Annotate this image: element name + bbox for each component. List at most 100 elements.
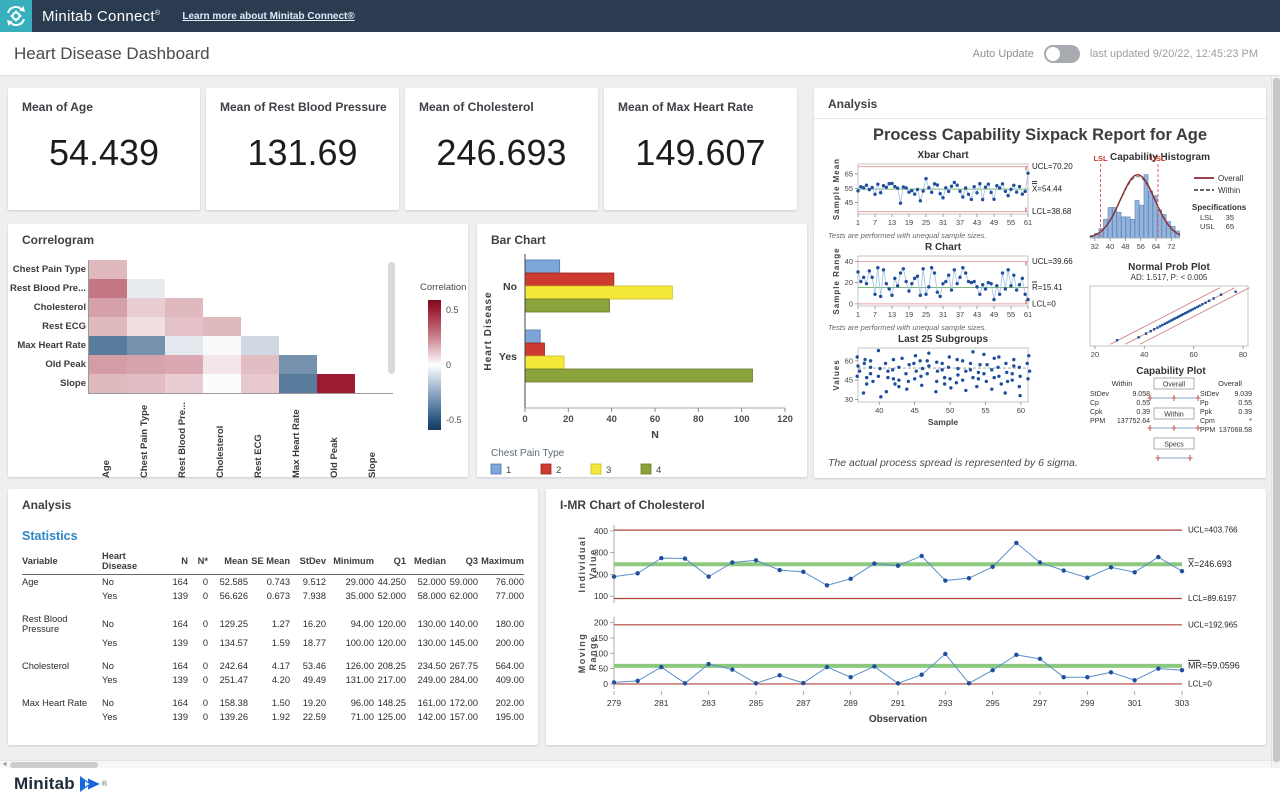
heatmap-cell[interactable]: [165, 355, 203, 374]
svg-text:60: 60: [1190, 350, 1198, 359]
statistics-heading[interactable]: Statistics: [22, 529, 78, 543]
heatmap-cell[interactable]: [89, 336, 127, 355]
heatmap-cell[interactable]: [203, 336, 241, 355]
svg-text:20: 20: [563, 414, 574, 425]
svg-text:Capability Plot: Capability Plot: [1136, 366, 1206, 377]
individual-value-chart: IndividualValue100200300400UCL=403.766X=…: [560, 515, 1252, 611]
svg-text:61: 61: [1024, 310, 1032, 319]
svg-text:Cp: Cp: [1090, 400, 1099, 407]
vertical-scrollbar[interactable]: [1271, 76, 1280, 768]
stats-cell: [22, 636, 102, 650]
minitab-connect-logo-icon[interactable]: [0, 0, 32, 32]
stats-cell: No: [102, 659, 162, 673]
footer-brand-text: Minitab: [14, 774, 75, 794]
heatmap-cell[interactable]: [203, 355, 241, 374]
heatmap-cell[interactable]: [127, 336, 165, 355]
svg-text:9.039: 9.039: [1234, 391, 1252, 398]
kpi-value: 149.607: [604, 132, 797, 174]
heatmap-col-label: Rest Blood Pre...: [177, 400, 188, 478]
svg-text:300: 300: [594, 548, 608, 558]
svg-text:279: 279: [607, 698, 621, 708]
svg-text:40: 40: [606, 414, 617, 425]
stats-cell: 53.46: [290, 659, 326, 673]
heatmap-cell[interactable]: [165, 374, 203, 393]
svg-text:Pp: Pp: [1200, 400, 1209, 407]
legend-title: Correlation: [420, 282, 466, 293]
minitab-footer-logo: Minitab ®: [14, 774, 107, 794]
svg-text:N: N: [651, 429, 659, 441]
stats-cell: 19.20: [290, 696, 326, 710]
learn-more-link[interactable]: Learn more about Minitab Connect®: [182, 11, 354, 22]
stats-cell: 0: [188, 710, 208, 724]
svg-text:3: 3: [606, 465, 611, 476]
heatmap-cell[interactable]: [127, 374, 165, 393]
heatmap-cell[interactable]: [89, 279, 127, 298]
heatmap-cell[interactable]: [165, 336, 203, 355]
stats-cell: 52.585: [208, 575, 248, 590]
stats-cell: 142.00: [406, 710, 446, 724]
svg-text:281: 281: [654, 698, 668, 708]
kpi-card-mean-cholesterol: Mean of Cholesterol 246.693: [405, 88, 598, 210]
stats-cell: 0: [188, 589, 208, 603]
analysis-statistics-panel: Analysis Statistics VariableHeart Diseas…: [8, 489, 538, 745]
svg-text:Cpm: Cpm: [1200, 418, 1215, 425]
correlogram-scrollbar[interactable]: [388, 262, 395, 374]
vertical-scroll-thumb[interactable]: [1273, 78, 1280, 762]
analysis-sixpack-panel: Analysis Process Capability Sixpack Repo…: [814, 88, 1266, 478]
stats-table-row: Yes1390139.261.9222.5971.00125.00142.001…: [22, 710, 524, 724]
stats-table-row: Max Heart RateNo1640158.381.5019.2096.00…: [22, 696, 524, 710]
svg-text:299: 299: [1080, 698, 1094, 708]
heatmap-cell[interactable]: [241, 374, 279, 393]
stats-cell: 100.00: [326, 636, 374, 650]
svg-text:64: 64: [1152, 242, 1160, 251]
svg-text:StDev: StDev: [1200, 391, 1220, 398]
heatmap-cell[interactable]: [241, 355, 279, 374]
stats-cell: 7.938: [290, 589, 326, 603]
heatmap-cell[interactable]: [127, 355, 165, 374]
heatmap-cell[interactable]: [317, 374, 355, 393]
svg-text:200: 200: [594, 618, 608, 628]
stats-cell: 0: [188, 673, 208, 687]
heatmap-cell[interactable]: [89, 355, 127, 374]
stats-table-row: CholesterolNo1640242.644.1753.46126.0020…: [22, 659, 524, 673]
heatmap-cell[interactable]: [203, 317, 241, 336]
stats-cell: 208.25: [374, 659, 406, 673]
auto-update-toggle[interactable]: [1044, 45, 1080, 63]
stats-cell: 49.49: [290, 673, 326, 687]
top-navbar: Minitab Connect® Learn more about Minita…: [0, 0, 1280, 32]
svg-text:2: 2: [556, 465, 561, 476]
stats-cell: 164: [162, 696, 188, 710]
heatmap-cell[interactable]: [89, 260, 127, 279]
stats-table-row: Rest Blood PressureNo1640129.251.2716.20…: [22, 612, 524, 636]
heatmap-cell[interactable]: [165, 317, 203, 336]
svg-text:0.55: 0.55: [1238, 400, 1252, 407]
stats-cell: 234.50: [406, 659, 446, 673]
svg-text:AD: 1.517, P: < 0.005: AD: 1.517, P: < 0.005: [1131, 273, 1208, 282]
horizontal-scrollbar[interactable]: ◄: [0, 760, 1280, 768]
stats-cell: 58.000: [406, 589, 446, 603]
heatmap-cell[interactable]: [241, 336, 279, 355]
stats-cell: 120.00: [374, 612, 406, 636]
heatmap-col-label: Cholesterol: [215, 400, 226, 478]
stats-cell: Yes: [102, 636, 162, 650]
svg-text:LCL=0: LCL=0: [1032, 299, 1056, 308]
svg-text:100: 100: [594, 648, 608, 658]
heatmap-cell[interactable]: [127, 279, 165, 298]
panel-title: I-MR Chart of Cholesterol: [560, 498, 705, 512]
heatmap-cell[interactable]: [203, 374, 241, 393]
heatmap-cell[interactable]: [127, 317, 165, 336]
svg-text:400: 400: [594, 526, 608, 536]
heatmap-cell[interactable]: [165, 298, 203, 317]
heatmap-cell[interactable]: [279, 355, 317, 374]
kpi-value: 131.69: [206, 132, 399, 174]
svg-text:40: 40: [1140, 350, 1148, 359]
svg-text:40: 40: [1106, 242, 1114, 251]
toggle-knob: [1046, 47, 1060, 61]
heatmap-cell[interactable]: [89, 317, 127, 336]
heatmap-cell[interactable]: [89, 298, 127, 317]
heatmap-cell[interactable]: [89, 374, 127, 393]
stats-cell: No: [102, 612, 162, 636]
stats-column-header: N: [162, 549, 188, 575]
heatmap-cell[interactable]: [127, 298, 165, 317]
heatmap-cell[interactable]: [279, 374, 317, 393]
